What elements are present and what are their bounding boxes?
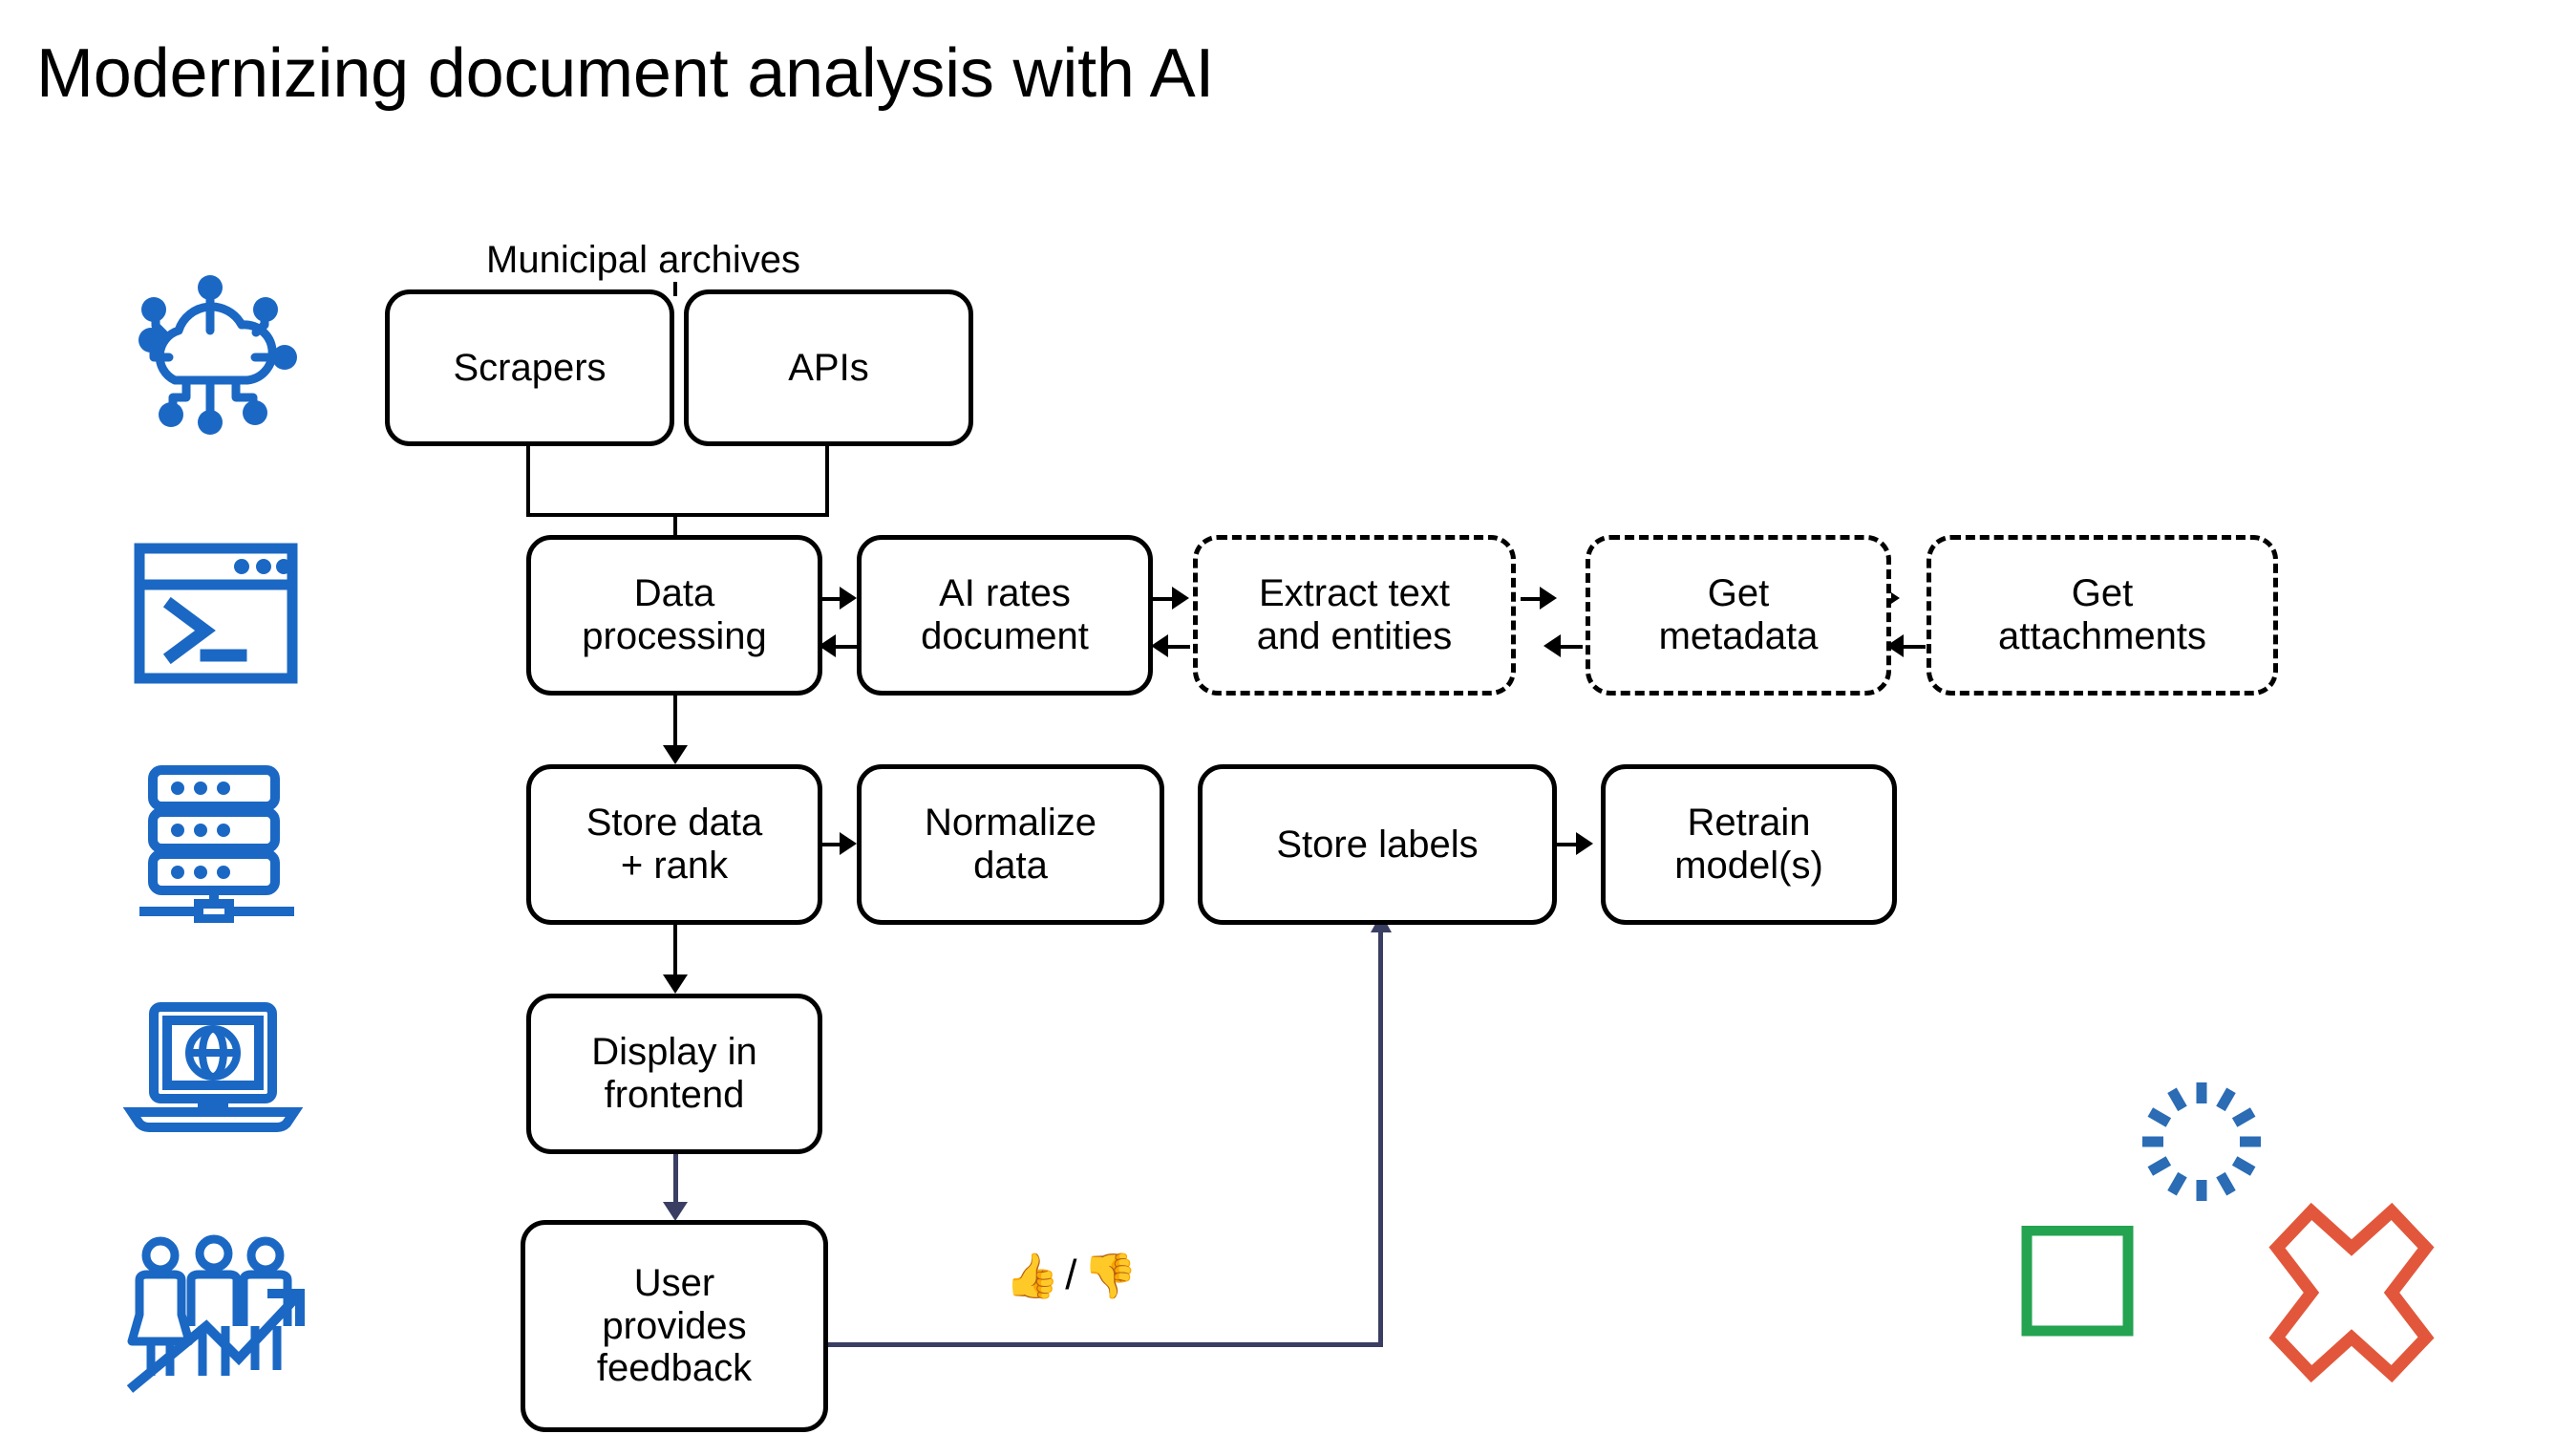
node-ai-rates-document[interactable]: AI rates document (857, 535, 1153, 696)
labels-to-retrain-arrowhead (1576, 832, 1593, 855)
slide-canvas: Modernizing document analysis with AI Mu… (0, 0, 2576, 1456)
dashed-circle-shape (2120, 1060, 2283, 1223)
link-metadata-extract-bottom-line (1560, 645, 1583, 649)
link-extract-ai-bottom-line (1167, 645, 1190, 649)
node-display-label-2: frontend (604, 1074, 745, 1116)
scrapers-drop-line (526, 446, 530, 515)
node-get-metadata-label-2: metadata (1658, 615, 1819, 657)
node-retrain-models[interactable]: Retrain model(s) (1601, 764, 1897, 925)
node-get-attachments-label-2: attachments (1998, 615, 2206, 657)
feedback-loop-vertical-line (1378, 929, 1383, 1345)
node-scrapers[interactable]: Scrapers (385, 289, 674, 446)
feedback-separator: / (1065, 1252, 1077, 1298)
store-to-normalize-arrowhead (840, 832, 857, 855)
node-data-processing-label-2: processing (582, 615, 767, 657)
node-normalize-data[interactable]: Normalize data (857, 764, 1164, 925)
people-growth-icon (122, 1234, 308, 1399)
node-store-labels-label: Store labels (1276, 823, 1479, 866)
node-store-data-label-2: + rank (620, 845, 729, 887)
node-data-processing-label-1: Data (633, 572, 715, 615)
node-normalize-data-label-1: Normalize (924, 802, 1097, 845)
node-feedback-label-2: provides (602, 1304, 747, 1347)
page-title: Modernizing document analysis with AI (36, 35, 1215, 112)
link-ai-extract-top-arrowhead (1172, 587, 1189, 610)
server-rack-icon (136, 764, 300, 924)
display-to-feedback-arrowhead (663, 1202, 688, 1221)
node-display-in-frontend[interactable]: Display in frontend (526, 994, 822, 1154)
link-ai-dp-bottom-line (835, 645, 858, 649)
node-store-data-label-1: Store data (585, 802, 763, 845)
node-get-metadata-label-1: Get (1707, 572, 1770, 615)
terminal-console-icon (134, 543, 298, 684)
laptop-globe-icon (122, 999, 304, 1133)
link-metadata-extract-bottom-arrowhead (1543, 634, 1561, 657)
node-get-attachments-label-1: Get (2071, 572, 2134, 615)
node-extract-text-label-1: Extract text (1258, 572, 1451, 615)
cloud-network-icon (119, 275, 301, 438)
node-retrain-models-label-2: model(s) (1674, 845, 1823, 887)
feedback-loop-horizontal-line (827, 1342, 1383, 1347)
link-extract-metadata-top-arrowhead (1540, 587, 1557, 610)
node-store-labels[interactable]: Store labels (1198, 764, 1557, 925)
node-retrain-models-label-1: Retrain (1687, 802, 1811, 845)
group-caption-municipal-archives: Municipal archives (482, 239, 805, 282)
link-extract-ai-bottom-arrowhead (1151, 634, 1168, 657)
store-to-display-arrowhead (663, 974, 688, 994)
node-scrapers-label: Scrapers (453, 346, 607, 389)
link-dp-ai-top-arrowhead (840, 587, 857, 610)
node-user-provides-feedback[interactable]: User provides feedback (521, 1220, 828, 1432)
thumbs-up-icon: 👍 (1005, 1251, 1060, 1300)
node-get-attachments[interactable]: Get attachments (1927, 535, 2278, 696)
node-display-label-1: Display in (591, 1031, 757, 1074)
link-attachments-metadata-bottom-line (1903, 645, 1926, 649)
node-extract-text-and-entities[interactable]: Extract text and entities (1193, 535, 1516, 696)
node-ai-rates-document-label-1: AI rates (939, 572, 1071, 615)
node-data-processing[interactable]: Data processing (526, 535, 822, 696)
green-square-shape (2021, 1225, 2134, 1337)
apis-drop-line (825, 446, 829, 515)
node-apis[interactable]: APIs (684, 289, 973, 446)
node-apis-label: APIs (788, 346, 869, 389)
orange-cross-star-shape (2256, 1202, 2447, 1383)
node-ai-rates-document-label-2: document (921, 615, 1089, 657)
node-feedback-label-3: feedback (596, 1347, 753, 1390)
dp-to-store-arrowhead (663, 745, 688, 764)
node-store-data-rank[interactable]: Store data + rank (526, 764, 822, 925)
node-extract-text-label-2: and entities (1256, 615, 1453, 657)
sources-merge-line (526, 513, 829, 517)
feedback-rating-glyphs: 👍 / 👎 (999, 1252, 1143, 1299)
thumbs-down-icon: 👎 (1082, 1251, 1138, 1300)
node-get-metadata[interactable]: Get metadata (1586, 535, 1891, 696)
node-normalize-data-label-2: data (973, 845, 1048, 887)
node-feedback-label-1: User (633, 1261, 715, 1304)
